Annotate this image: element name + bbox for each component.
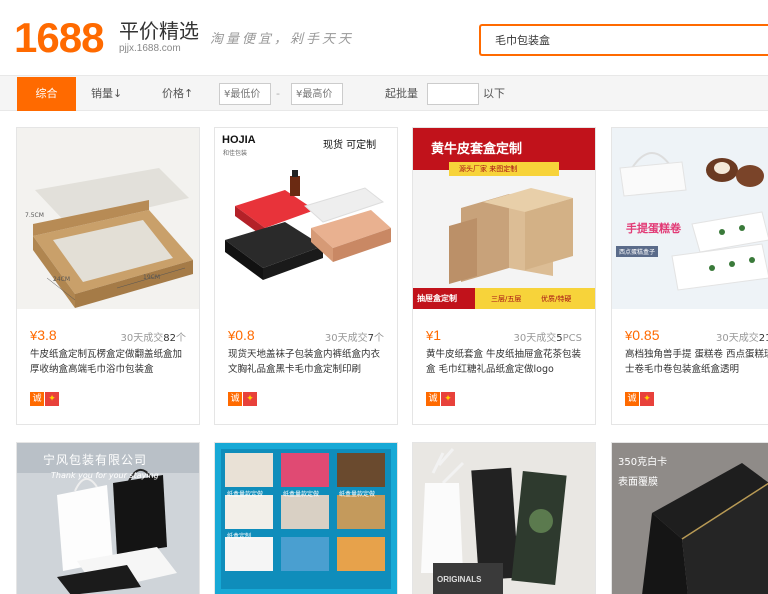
- image-caption: 现货 可定制: [323, 140, 377, 151]
- site-url: pjjx.1688.com: [119, 43, 181, 54]
- product-card[interactable]: 黄牛皮套盒定制 源头厂家 来图定制 抽屉盒定制 三层/五层 优质/特硬 ¥1 3…: [412, 127, 596, 425]
- logo-1688[interactable]: 1688: [14, 14, 104, 62]
- product-card[interactable]: 手提蛋糕卷 西点蛋糕盒子 ¥0.85 30天成交21 高档独角兽手提 蛋糕卷 西…: [611, 127, 768, 425]
- shield-badge-icon[interactable]: ✦: [243, 392, 257, 406]
- product-card[interactable]: 宁风包装有限公司 Thank you for your staying: [16, 442, 200, 594]
- image-caption: 宁风包装有限公司: [43, 453, 148, 467]
- image-caption: 纸盒量款定做: [339, 491, 376, 498]
- shield-badge-icon[interactable]: ✦: [441, 392, 455, 406]
- banner-tag: 抽屉盒定制: [417, 294, 457, 303]
- sales-count: 30天成交21: [716, 333, 768, 344]
- badge-group: 诚 ✦: [625, 392, 654, 406]
- min-price-input[interactable]: [219, 83, 271, 105]
- product-image[interactable]: 黄牛皮套盒定制 源头厂家 来图定制 抽屉盒定制 三层/五层 优质/特硬: [413, 128, 595, 309]
- slogan: 淘量便宜，剁手天天: [210, 32, 355, 47]
- image-caption: 纸盒量款定做: [283, 491, 320, 498]
- batch-input[interactable]: [427, 83, 479, 105]
- product-price: ¥0.85: [625, 327, 660, 343]
- sort-default-tab[interactable]: 综合: [17, 77, 76, 111]
- image-dimension-label: 7.5CM: [25, 212, 44, 219]
- image-caption: 表面覆膜: [618, 477, 658, 488]
- trust-badge-icon[interactable]: 诚: [228, 392, 242, 406]
- page-header: 1688 平价精选 pjjx.1688.com 淘量便宜，剁手天天: [0, 0, 768, 75]
- sort-price-tab[interactable]: 价格↑: [162, 77, 193, 111]
- brand-label: HOJIA: [222, 134, 256, 146]
- trust-badge-icon[interactable]: 诚: [625, 392, 639, 406]
- badge-group: 诚 ✦: [426, 392, 455, 406]
- image-caption: ORIGINALS: [437, 575, 482, 584]
- product-image[interactable]: 手提蛋糕卷 西点蛋糕盒子: [612, 128, 768, 309]
- price-separator: -: [276, 87, 280, 100]
- trust-badge-icon[interactable]: 诚: [30, 392, 44, 406]
- batch-label: 起批量: [385, 87, 418, 100]
- image-caption: 西点蛋糕盒子: [616, 246, 659, 257]
- sales-count: 30天成交7个: [324, 333, 384, 344]
- product-card[interactable]: ORIGINALS: [412, 442, 596, 594]
- batch-suffix: 以下: [483, 87, 505, 100]
- product-image[interactable]: ORIGINALS: [413, 443, 595, 594]
- image-dimension-label: 19CM: [143, 274, 161, 281]
- product-title[interactable]: 现货天地盖袜子包装盒内裤纸盒内衣文胸礼品盒黑卡毛巾盒定制印刷: [228, 347, 388, 377]
- shield-badge-icon[interactable]: ✦: [45, 392, 59, 406]
- image-dimension-label: 24CM: [53, 276, 71, 283]
- trust-badge-icon[interactable]: 诚: [426, 392, 440, 406]
- search-input[interactable]: [479, 24, 768, 56]
- sort-sales-tab[interactable]: 销量↓: [91, 77, 122, 111]
- max-price-input[interactable]: [291, 83, 343, 105]
- banner-subtitle: 源头厂家 来图定制: [459, 165, 518, 173]
- banner-feature: 三层/五层: [491, 295, 522, 303]
- filter-bar: 综合 销量↓ 价格↑ - 起批量 以下: [0, 75, 768, 111]
- product-image[interactable]: 7.5CM 24CM 19CM: [17, 128, 199, 309]
- product-title[interactable]: 黄牛皮纸套盒 牛皮纸抽屉盒花茶包装盒 毛巾红糖礼品纸盒定做logo: [426, 347, 586, 377]
- product-image[interactable]: HOJIA 和佳包装 现货 可定制: [215, 128, 397, 309]
- product-image[interactable]: 350克白卡 表面覆膜: [612, 443, 768, 594]
- image-caption: 手提蛋糕卷: [626, 222, 681, 235]
- badge-group: 诚 ✦: [228, 392, 257, 406]
- product-price: ¥3.8: [30, 327, 57, 343]
- shield-badge-icon[interactable]: ✦: [640, 392, 654, 406]
- product-title[interactable]: 牛皮纸盒定制瓦楞盒定做翻盖纸盒加厚收纳盒高端毛巾浴巾包装盒: [30, 347, 190, 377]
- product-card[interactable]: 7.5CM 24CM 19CM ¥3.8 30天成交82个 牛皮纸盒定制瓦楞盒定…: [16, 127, 200, 425]
- sales-count: 30天成交82个: [120, 333, 186, 344]
- product-card[interactable]: 350克白卡 表面覆膜: [611, 442, 768, 594]
- image-caption: Thank you for your staying: [51, 471, 159, 480]
- product-image[interactable]: 纸盒量款定做 纸盒量款定做 纸盒量款定做 纸盒定制: [215, 443, 397, 594]
- site-title[interactable]: 平价精选: [119, 19, 199, 43]
- banner-title: 黄牛皮套盒定制: [431, 142, 523, 157]
- product-price: ¥0.8: [228, 327, 255, 343]
- image-caption: 350克白卡: [618, 457, 668, 468]
- brand-sublabel: 和佳包装: [223, 150, 248, 157]
- product-card[interactable]: HOJIA 和佳包装 现货 可定制 ¥0.8 30天成交7个 现货天地盖袜子包装…: [214, 127, 398, 425]
- sales-count: 30天成交5PCS: [513, 333, 582, 344]
- badge-group: 诚 ✦: [30, 392, 59, 406]
- image-caption: 纸盒定制: [227, 533, 252, 540]
- product-card[interactable]: 纸盒量款定做 纸盒量款定做 纸盒量款定做 纸盒定制: [214, 442, 398, 594]
- product-image[interactable]: 宁风包装有限公司 Thank you for your staying: [17, 443, 199, 594]
- image-caption: 纸盒量款定做: [227, 491, 264, 498]
- product-price: ¥1: [426, 327, 442, 343]
- banner-feature: 优质/特硬: [541, 295, 572, 303]
- product-title[interactable]: 高档独角兽手提 蛋糕卷 西点蛋糕瑞士卷毛巾卷包装盒纸盒透明: [625, 347, 768, 377]
